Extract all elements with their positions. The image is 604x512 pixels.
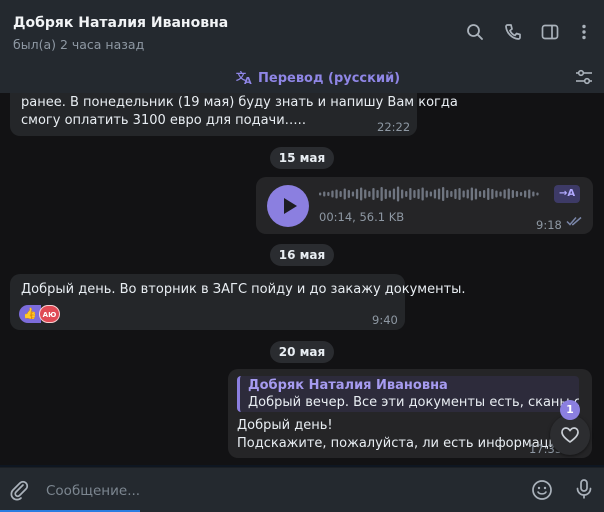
svg-text:A: A [244,76,252,85]
date-separator: 16 мая [270,244,334,266]
phone-icon[interactable] [503,22,523,42]
reactions-jump-button[interactable] [550,415,590,455]
play-button[interactable] [267,185,309,227]
reply-quote[interactable]: Добряк Наталия Ивановна Добрый вечер. Вс… [237,376,579,412]
message-composer [0,467,604,512]
message-bubble-incoming[interactable]: ранее. В понедельник (19 мая) буду знать… [10,93,458,136]
message-list[interactable]: ранее. В понедельник (19 мая) буду знать… [0,93,604,465]
message-time: 9:18 [536,218,562,232]
more-vertical-icon[interactable] [574,22,594,42]
microphone-icon[interactable] [573,478,595,500]
message-input[interactable] [44,479,518,503]
date-separator: 15 мая [270,147,334,169]
emoji-icon[interactable] [531,479,553,501]
message-time: 22:22 [377,120,411,134]
attach-icon[interactable] [8,479,30,501]
voice-waveform[interactable] [319,185,544,203]
heart-icon [561,427,579,443]
message-text-line: смогу оплатить 3100 евро для подачи….. [21,113,306,128]
transcribe-button[interactable]: →A [554,185,580,203]
message-time: 9:40 [372,313,398,327]
date-separator: 20 мая [270,341,334,363]
search-icon[interactable] [465,22,485,42]
translate-label: Перевод (русский) [258,71,401,86]
voice-meta: 00:14, 56.1 KB [319,210,405,224]
chat-title[interactable]: Добряк Наталия Ивановна [13,15,228,31]
message-bubble-incoming[interactable]: Добрый день. Во вторник в ЗАГС пойду и д… [10,274,466,330]
settings-sliders-icon[interactable] [575,68,593,86]
chat-header: Добряк Наталия Ивановна был(а) 2 часа на… [0,0,604,60]
message-text-line: Подскажите, пожалуйста, ли есть информац… [237,436,572,451]
message-text: Добрый день. Во вторник в ЗАГС пойду и д… [21,282,466,297]
sidebar-toggle-icon[interactable] [540,22,560,42]
message-text-line: ранее. В понедельник (19 мая) буду знать… [21,95,458,110]
message-bubble-outgoing[interactable]: Добряк Наталия Ивановна Добрый вечер. Вс… [228,369,592,458]
translate-toggle[interactable]: 文A Перевод (русский) [236,69,401,87]
chat-status: был(а) 2 часа назад [13,37,145,52]
translate-icon: 文A [236,69,254,87]
thumbs-up-reaction[interactable]: 👍 [19,305,41,323]
message-text-line: Добрый день! [237,418,333,433]
voice-message-bubble[interactable]: 00:14, 56.1 KB →A 9:18 [256,177,593,234]
unread-reactions-badge: 1 [560,400,580,420]
read-checkmarks-icon [566,215,584,233]
reply-author: Добряк Наталия Ивановна [248,378,448,393]
reply-text: Добрый вечер. Все эти документы есть, ск… [248,395,579,410]
translate-bar: 文A Перевод (русский) [0,60,604,93]
reactor-avatar: AЮ [39,305,60,323]
